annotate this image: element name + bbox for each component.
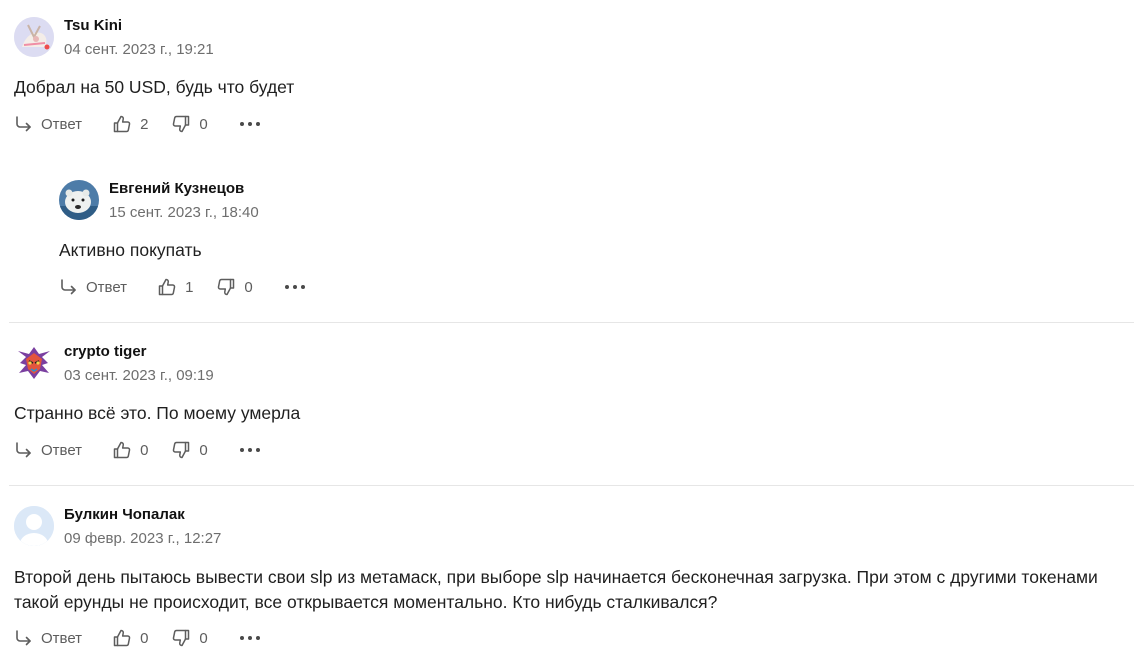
thumbs-up-icon — [157, 277, 177, 297]
dislike-button[interactable]: 0 — [171, 440, 208, 460]
thumbs-down-icon — [171, 628, 191, 648]
comment-date: 15 сент. 2023 г., 18:40 — [109, 204, 259, 221]
comment-header: Булкин Чопалак 09 февр. 2023 г., 12:27 — [14, 504, 1136, 548]
reply-arrow-icon — [59, 277, 79, 297]
reply-label: Ответ — [41, 441, 83, 459]
more-dots-icon — [239, 121, 261, 127]
thumbs-down-icon — [171, 114, 191, 134]
thumbs-up-icon — [112, 628, 132, 648]
reply-arrow-icon — [14, 628, 34, 648]
like-count: 0 — [140, 441, 149, 459]
tiger-avatar[interactable] — [14, 343, 54, 383]
dislike-count: 0 — [244, 278, 253, 296]
comment-header: Tsu Kini 04 сент. 2023 г., 19:21 — [14, 15, 1136, 59]
more-options-button[interactable] — [239, 635, 261, 641]
reply-button[interactable]: Ответ — [14, 440, 82, 460]
author-name[interactable]: Булкин Чопалак — [64, 506, 185, 523]
more-dots-icon — [239, 635, 261, 641]
more-dots-icon — [284, 284, 306, 290]
polar-bear-avatar[interactable] — [59, 180, 99, 220]
reply-arrow-icon — [14, 114, 34, 134]
comment: Булкин Чопалак 09 февр. 2023 г., 12:27 В… — [14, 504, 1136, 650]
comment-actions: Ответ 2 0 — [14, 112, 1136, 136]
reply-button[interactable]: Ответ — [14, 114, 82, 134]
thumbs-down-icon — [216, 277, 236, 297]
dislike-button[interactable]: 0 — [171, 114, 208, 134]
more-dots-icon — [239, 447, 261, 453]
anime-avatar[interactable] — [14, 17, 54, 57]
comment-divider — [9, 485, 1134, 486]
comment-text: Странно всё это. По моему умерла — [14, 403, 301, 423]
comment-text: Второй день пытаюсь вывести свои slp из … — [14, 567, 1098, 612]
dislike-button[interactable]: 0 — [171, 628, 208, 648]
more-options-button[interactable] — [239, 447, 261, 453]
comment-header: crypto tiger 03 сент. 2023 г., 09:19 — [14, 341, 1136, 385]
reply-button[interactable]: Ответ — [14, 628, 82, 648]
like-button[interactable]: 1 — [157, 277, 193, 297]
dislike-button[interactable]: 0 — [216, 277, 253, 297]
reply-button[interactable]: Ответ — [59, 277, 127, 297]
default-user-avatar[interactable] — [14, 506, 54, 546]
comment: crypto tiger 03 сент. 2023 г., 09:19 Стр… — [14, 341, 1136, 462]
thumbs-up-icon — [112, 440, 132, 460]
comment: Tsu Kini 04 сент. 2023 г., 19:21 Добрал … — [14, 15, 1136, 136]
comment-date: 09 февр. 2023 г., 12:27 — [64, 530, 222, 547]
comment-actions: Ответ 1 0 — [59, 275, 1136, 299]
author-name[interactable]: Tsu Kini — [64, 17, 122, 34]
reply-label: Ответ — [86, 278, 128, 296]
like-count: 1 — [185, 278, 194, 296]
reply-label: Ответ — [41, 629, 83, 647]
comment-actions: Ответ 0 0 — [14, 438, 1136, 462]
thumbs-down-icon — [171, 440, 191, 460]
author-name[interactable]: Евгений Кузнецов — [109, 180, 244, 197]
more-options-button[interactable] — [284, 284, 306, 290]
like-count: 2 — [140, 115, 149, 133]
reply-comment: Евгений Кузнецов 15 сент. 2023 г., 18:40… — [59, 178, 1136, 299]
comment-header: Евгений Кузнецов 15 сент. 2023 г., 18:40 — [59, 178, 1136, 222]
dislike-count: 0 — [199, 115, 208, 133]
like-button[interactable]: 0 — [112, 628, 148, 648]
thumbs-up-icon — [112, 114, 132, 134]
like-count: 0 — [140, 629, 149, 647]
dislike-count: 0 — [199, 629, 208, 647]
comment-actions: Ответ 0 0 — [14, 626, 1136, 650]
comment-text: Активно покупать — [59, 240, 202, 260]
more-options-button[interactable] — [239, 121, 261, 127]
reply-arrow-icon — [14, 440, 34, 460]
comment-date: 04 сент. 2023 г., 19:21 — [64, 41, 214, 58]
dislike-count: 0 — [199, 441, 208, 459]
author-name[interactable]: crypto tiger — [64, 343, 147, 360]
like-button[interactable]: 0 — [112, 440, 148, 460]
like-button[interactable]: 2 — [112, 114, 148, 134]
comment-divider — [9, 322, 1134, 323]
reply-label: Ответ — [41, 115, 83, 133]
comment-text: Добрал на 50 USD, будь что будет — [14, 77, 295, 97]
comment-date: 03 сент. 2023 г., 09:19 — [64, 367, 214, 384]
